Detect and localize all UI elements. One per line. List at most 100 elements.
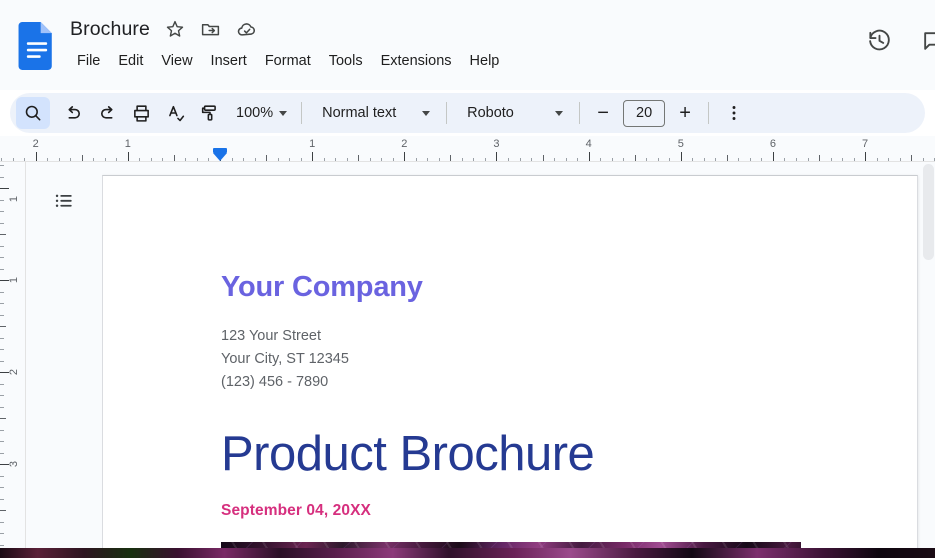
redo-icon[interactable] xyxy=(90,97,124,129)
document-body-area: 1 1 2 3 Your Company 123 Your Street Your C… xyxy=(0,162,935,554)
ruler-tick xyxy=(404,152,406,161)
ruler-tick xyxy=(0,234,6,235)
ruler-tick xyxy=(749,157,751,161)
ruler-label: 3 xyxy=(493,138,500,150)
comment-icon[interactable] xyxy=(913,20,935,60)
ruler-tick xyxy=(0,211,4,212)
document-title[interactable]: Brochure xyxy=(70,18,150,41)
toolbar-wrapper: 100% Normal text Roboto − 20 + xyxy=(0,90,935,136)
ruler-tick xyxy=(0,510,6,511)
main-toolbar: 100% Normal text Roboto − 20 + xyxy=(10,93,925,133)
ruler-tick xyxy=(554,157,556,161)
ruler-tick xyxy=(0,188,9,189)
menu-edit[interactable]: Edit xyxy=(109,50,152,72)
ruler-label: 1 xyxy=(309,138,316,150)
ruler-tick xyxy=(358,155,360,161)
move-to-folder-icon[interactable] xyxy=(200,18,222,40)
ruler-tick xyxy=(277,157,279,161)
image-bleed-strip xyxy=(0,548,935,558)
undo-icon[interactable] xyxy=(56,97,90,129)
menu-tools[interactable]: Tools xyxy=(320,50,372,72)
menu-extensions[interactable]: Extensions xyxy=(372,50,461,72)
menu-view[interactable]: View xyxy=(152,50,201,72)
horizontal-ruler[interactable]: 2 1 1 2 3 4 5 6 7 xyxy=(0,136,935,162)
ruler-tick xyxy=(484,157,486,161)
star-icon[interactable] xyxy=(164,18,186,40)
search-icon[interactable] xyxy=(16,97,50,129)
version-history-icon[interactable] xyxy=(859,20,899,60)
ruler-tick xyxy=(461,157,463,161)
ruler-tick xyxy=(0,176,4,178)
ruler-tick xyxy=(0,487,4,488)
ruler-tick xyxy=(807,157,809,161)
ruler-tick xyxy=(346,157,348,161)
vertical-scrollbar[interactable] xyxy=(922,162,935,554)
ruler-tick xyxy=(185,157,187,161)
ruler-tick xyxy=(531,157,533,161)
ruler-tick xyxy=(738,157,740,161)
brochure-title-heading[interactable]: Product Brochure xyxy=(221,427,917,482)
ruler-tick xyxy=(312,152,314,161)
ruler-tick xyxy=(496,152,498,161)
brochure-date[interactable]: September 04, 20XX xyxy=(221,502,917,520)
vertical-ruler[interactable]: 1 1 2 3 xyxy=(0,162,26,554)
ruler-tick xyxy=(876,157,878,161)
google-docs-icon[interactable] xyxy=(18,22,56,70)
ruler-tick xyxy=(0,291,4,293)
ruler-tick xyxy=(0,222,4,224)
ruler-tick xyxy=(634,155,636,161)
paragraph-style-dropdown[interactable]: Normal text xyxy=(310,100,438,126)
company-address[interactable]: 123 Your Street Your City, ST 12345 (123… xyxy=(221,325,917,394)
toolbar-divider xyxy=(708,102,710,124)
company-name-heading[interactable]: Your Company xyxy=(221,271,917,304)
print-icon[interactable] xyxy=(124,97,158,129)
ruler-tick xyxy=(842,157,844,161)
cloud-saved-icon[interactable] xyxy=(236,18,258,40)
increase-font-size-button[interactable]: + xyxy=(670,98,700,128)
ruler-tick xyxy=(104,157,106,161)
ruler-tick xyxy=(81,155,83,161)
document-outline-icon[interactable] xyxy=(47,184,81,218)
paint-format-icon[interactable] xyxy=(192,97,226,129)
ruler-tick xyxy=(173,155,175,161)
decrease-font-size-button[interactable]: − xyxy=(588,98,618,128)
spellcheck-icon[interactable] xyxy=(158,97,192,129)
ruler-tick xyxy=(911,155,913,161)
ruler-tick xyxy=(0,360,4,362)
menu-insert[interactable]: Insert xyxy=(202,50,256,72)
toolbar-divider xyxy=(579,102,581,124)
document-page[interactable]: Your Company 123 Your Street Your City, … xyxy=(102,175,918,554)
ruler-tick xyxy=(0,314,4,316)
left-indent-marker[interactable] xyxy=(213,148,227,161)
ruler-tick xyxy=(415,157,417,161)
ruler-tick xyxy=(508,157,509,161)
ruler-tick xyxy=(231,157,233,161)
ruler-tick xyxy=(772,152,774,161)
ruler-tick xyxy=(600,157,602,161)
ruler-tick xyxy=(335,157,337,161)
ruler-tick xyxy=(669,157,671,161)
font-family-dropdown[interactable]: Roboto xyxy=(455,100,571,126)
ruler-tick xyxy=(0,383,4,385)
zoom-level-dropdown[interactable]: 100% xyxy=(226,101,293,125)
chevron-down-icon xyxy=(279,110,288,116)
ruler-tick xyxy=(427,157,429,161)
ruler-label: 2 xyxy=(401,138,408,150)
font-size-input[interactable]: 20 xyxy=(623,99,666,127)
ruler-tick xyxy=(726,155,728,161)
toolbar-divider xyxy=(301,102,303,124)
vertical-scrollbar-thumb[interactable] xyxy=(923,164,934,260)
menu-format[interactable]: Format xyxy=(256,50,320,72)
document-content[interactable]: Your Company 123 Your Street Your City, … xyxy=(103,176,917,554)
more-vertical-icon[interactable] xyxy=(717,97,751,129)
ruler-tick xyxy=(796,157,797,161)
menu-help[interactable]: Help xyxy=(461,50,509,72)
ruler-tick xyxy=(0,257,4,258)
ruler-tick xyxy=(0,452,4,454)
menu-file[interactable]: File xyxy=(68,50,109,72)
ruler-tick xyxy=(127,152,129,161)
ruler-label: 6 xyxy=(769,138,777,150)
ruler-tick xyxy=(35,152,37,161)
ruler-tick xyxy=(473,157,475,161)
document-canvas[interactable]: Your Company 123 Your Street Your City, … xyxy=(102,162,935,554)
